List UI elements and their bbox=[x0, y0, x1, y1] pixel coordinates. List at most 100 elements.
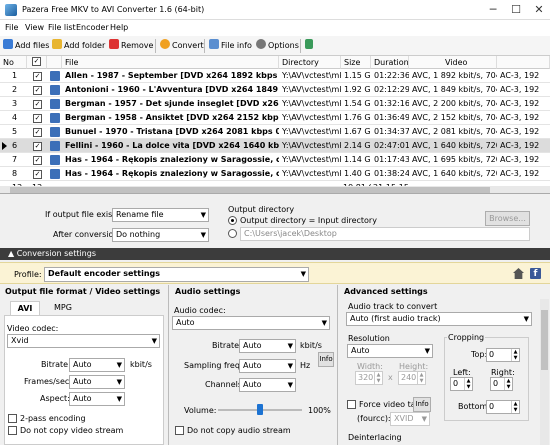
menu-help[interactable]: Help bbox=[110, 23, 128, 32]
profile-select[interactable]: Default encoder settings ▼ bbox=[44, 267, 309, 282]
audio-codec-label: Audio codec: bbox=[174, 306, 226, 315]
row-checkbox[interactable]: ✓ bbox=[33, 100, 42, 109]
fps-select[interactable]: Auto ▼ bbox=[69, 375, 125, 389]
video-codec-select[interactable]: Xvid ▼ bbox=[7, 334, 160, 348]
file-info-icon bbox=[209, 39, 219, 49]
convert-icon bbox=[160, 39, 170, 49]
advanced-scrollbar-thumb[interactable] bbox=[541, 310, 548, 370]
force-video-tag-checkbox[interactable] bbox=[347, 400, 356, 409]
outdir-path-input[interactable]: C:\Users\jacek\Desktop bbox=[240, 227, 530, 241]
channels-select[interactable]: Auto ▼ bbox=[239, 378, 296, 392]
spin-arrows-icon[interactable]: ▲ ▼ bbox=[511, 349, 519, 361]
row-checkbox[interactable]: ✓ bbox=[33, 156, 42, 165]
audio-info-button[interactable]: Info bbox=[318, 352, 334, 367]
height-input[interactable]: 240 ▲ ▼ bbox=[398, 371, 426, 385]
table-row[interactable]: ✓ 2 Antonioni - 1960 - L'Avventura [DVD x2… bbox=[0, 83, 550, 97]
file-info-button[interactable]: File info bbox=[209, 39, 252, 53]
audio-codec-select[interactable]: Auto ▼ bbox=[172, 316, 330, 330]
options-button[interactable]: Options bbox=[256, 39, 299, 53]
add-files-button[interactable]: Add files bbox=[3, 39, 49, 53]
audio-track-select[interactable]: Auto (first audio track) ▼ bbox=[346, 312, 532, 326]
table-row[interactable]: ✓ 8 Has - 1964 - Rękopis znaleziony w Sara… bbox=[0, 167, 550, 181]
col-header-audio[interactable] bbox=[497, 56, 550, 69]
volume-slider-thumb[interactable] bbox=[257, 404, 263, 415]
col-header-file[interactable]: File bbox=[62, 56, 279, 69]
col-header-size[interactable]: Size bbox=[341, 56, 371, 69]
table-row[interactable]: ✓ 3 Bergman - 1957 - Det sjunde inseglet [… bbox=[0, 97, 550, 111]
fourcc-select[interactable]: XVID ▼ bbox=[390, 412, 430, 426]
after-conversion-select[interactable]: Do nothing ▼ bbox=[112, 228, 209, 242]
row-checkbox[interactable]: ✓ bbox=[33, 86, 42, 95]
row-checkbox[interactable]: ✓ bbox=[33, 170, 42, 179]
close-button[interactable]: ✕ bbox=[532, 3, 546, 17]
outdir-same-radio[interactable] bbox=[228, 216, 237, 225]
table-row[interactable]: ✓ 4 Bergman - 1958 - Ansiktet [DVD x264 21… bbox=[0, 111, 550, 125]
spin-arrows-icon[interactable]: ▲ ▼ bbox=[374, 372, 382, 384]
menu-file-list[interactable]: File list bbox=[48, 23, 76, 32]
facebook-icon[interactable]: f bbox=[530, 268, 541, 279]
col-header-duration[interactable]: Duration bbox=[371, 56, 409, 69]
convert-button[interactable]: Convert bbox=[160, 39, 204, 53]
row-checkbox[interactable]: ✓ bbox=[33, 128, 42, 137]
video-tag-info-button[interactable]: Info bbox=[413, 397, 431, 412]
no-copy-audio-checkbox[interactable] bbox=[175, 426, 184, 435]
check-all-checkbox[interactable]: ✓ bbox=[32, 57, 41, 66]
row-video-info: AVC, 1 892 kbit/s, 704 x 384 bbox=[412, 71, 497, 80]
col-header-no[interactable]: No bbox=[0, 56, 27, 69]
audio-track-value: Auto (first audio track) bbox=[350, 314, 441, 323]
width-input[interactable]: 320 ▲ ▼ bbox=[355, 371, 383, 385]
menu-file[interactable]: File bbox=[5, 23, 18, 32]
row-audio-info: AC-3, 192 bbox=[500, 127, 540, 136]
spin-arrows-icon[interactable]: ▲ ▼ bbox=[464, 378, 472, 390]
col-header-video[interactable]: Video bbox=[409, 56, 497, 69]
audio-bitrate-select[interactable]: Auto ▼ bbox=[239, 339, 296, 353]
spin-arrows-icon[interactable]: ▲ ▼ bbox=[417, 372, 425, 384]
browse-button[interactable]: Browse... bbox=[485, 211, 530, 226]
sampling-freq-select[interactable]: Auto ▼ bbox=[239, 359, 296, 373]
horizontal-scrollbar-thumb[interactable] bbox=[10, 187, 490, 193]
row-size: 1.40 GB bbox=[344, 169, 371, 178]
row-video-info: AVC, 1 640 kbit/s, 720 x 304 bbox=[412, 141, 497, 150]
row-directory: Y:\AV\vctest\mkv bbox=[282, 113, 341, 122]
home-icon[interactable] bbox=[513, 268, 524, 279]
video-bitrate-select[interactable]: Auto ▼ bbox=[69, 358, 125, 372]
table-row[interactable]: ✓ 6 Fellini - 1960 - La dolce vita [DVD x2… bbox=[0, 139, 550, 153]
two-pass-checkbox[interactable] bbox=[8, 414, 17, 423]
crop-top-input[interactable]: 0 ▲ ▼ bbox=[486, 348, 520, 362]
row-file-name: Allen - 1987 - September [DVD x264 1892 … bbox=[65, 71, 279, 80]
menu-view[interactable]: View bbox=[25, 23, 44, 32]
tab-mpg[interactable]: MPG bbox=[48, 301, 78, 315]
table-row[interactable]: ✓ 7 Has - 1964 - Rękopis znaleziony w Sara… bbox=[0, 153, 550, 167]
maximize-button[interactable]: ☐ bbox=[509, 3, 523, 17]
tab-avi[interactable]: AVI bbox=[10, 301, 40, 315]
row-checkbox[interactable]: ✓ bbox=[33, 72, 42, 81]
volume-label: Volume: bbox=[184, 406, 217, 415]
horizontal-scrollbar[interactable] bbox=[0, 186, 550, 193]
chevron-down-icon: ▼ bbox=[200, 211, 206, 219]
col-header-check[interactable]: ✓ bbox=[27, 56, 47, 69]
crop-left-input[interactable]: 0 ▲ ▼ bbox=[450, 377, 473, 391]
if-exists-select[interactable]: Rename file ▼ bbox=[112, 208, 209, 222]
row-checkbox[interactable]: ✓ bbox=[33, 114, 42, 123]
spin-arrows-icon[interactable]: ▲ ▼ bbox=[504, 378, 512, 390]
row-checkbox[interactable]: ✓ bbox=[33, 142, 42, 151]
aspect-select[interactable]: Auto ▼ bbox=[69, 392, 125, 406]
crop-right-input[interactable]: 0 ▲ ▼ bbox=[490, 377, 513, 391]
resolution-select[interactable]: Auto ▼ bbox=[347, 344, 433, 358]
spin-arrows-icon[interactable]: ▲ ▼ bbox=[511, 401, 519, 413]
file-list[interactable]: No ✓ File Directory Size Duration Video … bbox=[0, 56, 550, 194]
cropping-label: Cropping bbox=[447, 333, 486, 342]
table-row[interactable]: ✓ 5 Bunuel - 1970 - Tristana [DVD x264 208… bbox=[0, 125, 550, 139]
table-row[interactable]: ✓ 1 Allen - 1987 - September [DVD x264 189… bbox=[0, 69, 550, 83]
minimize-button[interactable]: ─ bbox=[486, 3, 500, 17]
no-copy-video-checkbox[interactable] bbox=[8, 426, 17, 435]
col-header-directory[interactable]: Directory bbox=[279, 56, 341, 69]
remove-button[interactable]: Remove bbox=[109, 39, 153, 53]
add-folder-button[interactable]: Add folder bbox=[52, 39, 105, 53]
toolbar-separator bbox=[204, 39, 205, 53]
crop-bottom-input[interactable]: 0 ▲ ▼ bbox=[486, 400, 520, 414]
menu-encoder[interactable]: Encoder bbox=[76, 23, 109, 32]
pin-button[interactable] bbox=[305, 39, 315, 53]
advanced-settings-header: Advanced settings bbox=[344, 287, 428, 296]
outdir-custom-radio[interactable] bbox=[228, 229, 237, 238]
